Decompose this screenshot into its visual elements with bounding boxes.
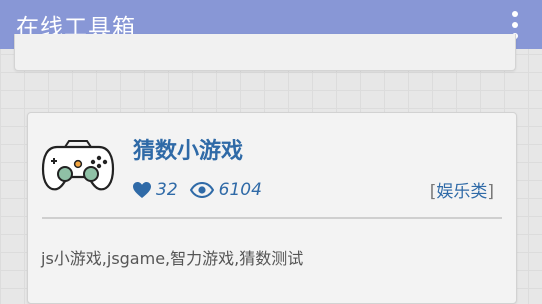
tool-title[interactable]: 猜数小游戏 — [133, 133, 243, 165]
category-label: [娱乐类] — [429, 182, 494, 202]
tool-stats: 32 6104 — [132, 179, 262, 201]
category-link[interactable]: 娱乐类 — [436, 182, 487, 202]
heart-icon — [133, 182, 151, 198]
likes-count: 32 — [156, 180, 178, 200]
gamepad-icon — [41, 140, 115, 191]
eye-icon — [189, 182, 214, 198]
divider — [42, 217, 502, 219]
views-count: 6104 — [218, 180, 262, 200]
tool-tags: js小游戏,jsgame,智力游戏,猜数测试 — [41, 249, 304, 268]
previous-tool-card[interactable] — [14, 34, 516, 71]
tool-card[interactable]: 猜数小游戏 32 6104 [娱乐类] js小游戏,jsgame,智力游戏,猜数… — [27, 112, 517, 304]
